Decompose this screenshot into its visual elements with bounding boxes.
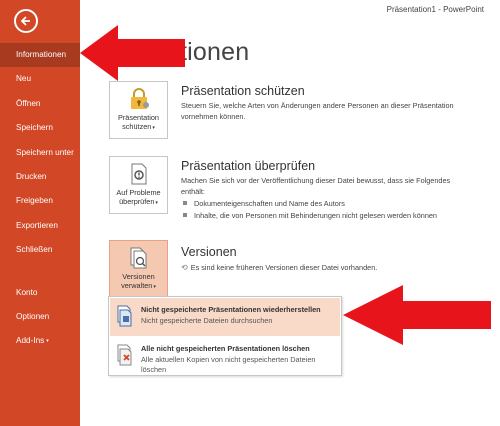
backstage-sidebar: Informationen Neu Öffnen Speichern Speic… <box>0 0 80 426</box>
versions-description-text: Es sind keine früheren Versionen dieser … <box>190 263 378 272</box>
protect-button-label-1: Präsentation <box>118 113 159 122</box>
nav-item-exportieren[interactable]: Exportieren <box>0 214 80 238</box>
page-title: tionen <box>180 38 250 66</box>
nav-item-speichern[interactable]: Speichern <box>0 116 80 140</box>
protect-title: Präsentation schützen <box>181 84 305 98</box>
manage-versions-label-2: verwalten▾ <box>110 281 167 292</box>
protect-presentation-button[interactable]: Präsentation schützen▾ <box>109 81 168 139</box>
nav-item-speichern-unter[interactable]: Speichern unter <box>0 141 80 165</box>
bullet-square <box>183 213 187 217</box>
inspect-bullet-1-text: Dokumenteigenschaften und Name des Autor… <box>194 199 345 208</box>
bullet-square <box>183 201 187 205</box>
chevron-down-icon: ▾ <box>153 284 156 290</box>
recover-document-icon <box>117 305 132 327</box>
annotation-arrow-left-icon <box>343 285 491 345</box>
back-button[interactable] <box>14 9 38 33</box>
versions-description: ⟲ Es sind keine früheren Versionen dieser… <box>181 263 471 274</box>
delete-unsaved-menu-item[interactable]: Alle nicht gespeicherten Präsentationen … <box>110 337 340 375</box>
check-issues-label-2-text: überprüfen <box>119 197 155 206</box>
annotation-arrow-left-icon <box>80 25 185 81</box>
nav-item-add-ins[interactable]: Add-Ins ▾ <box>0 329 80 353</box>
recover-unsaved-menu-item[interactable]: Nicht gespeicherte Präsentationen wieder… <box>110 298 340 336</box>
delete-unsaved-title: Alle nicht gespeicherten Präsentationen … <box>141 344 310 353</box>
inspect-bullet-1: Dokumenteigenschaften und Name des Autor… <box>183 199 345 208</box>
versions-title: Versionen <box>181 245 237 259</box>
protect-button-label-2: schützen▾ <box>110 122 167 133</box>
delete-unsaved-desc: Alle aktuellen Kopien von nicht gespeich… <box>141 355 316 374</box>
nav-item-optionen[interactable]: Optionen <box>0 305 80 329</box>
inspect-bullet-2-text: Inhalte, die von Personen mit Behinderun… <box>194 211 437 220</box>
manage-versions-button[interactable]: Versionen verwalten▾ <box>109 240 168 298</box>
check-issues-button[interactable]: Auf Probleme überprüfen▾ <box>109 156 168 214</box>
manage-versions-label-2-text: verwalten <box>121 281 153 290</box>
no-history-icon: ⟲ <box>181 263 188 272</box>
nav-item-oeffnen[interactable]: Öffnen <box>0 92 80 116</box>
inspect-bullet-2: Inhalte, die von Personen mit Behinderun… <box>183 211 437 220</box>
manage-versions-dropdown: Nicht gespeicherte Präsentationen wieder… <box>108 296 342 376</box>
check-issues-label-2: überprüfen▾ <box>110 197 167 208</box>
backstage-nav: Informationen Neu Öffnen Speichern Speic… <box>0 43 80 354</box>
chevron-down-icon: ▾ <box>152 125 155 131</box>
nav-item-add-ins-label: Add-Ins <box>16 336 45 346</box>
nav-item-konto[interactable]: Konto <box>0 281 80 305</box>
check-issues-label-1: Auf Probleme <box>116 188 161 197</box>
inspect-description: Machen Sie sich vor der Veröffentlichung… <box>181 176 451 196</box>
lock-key-icon <box>130 88 149 109</box>
chevron-down-icon: ▾ <box>46 338 49 345</box>
window-title: Präsentation1 - PowerPoint <box>386 5 484 14</box>
delete-document-icon <box>117 344 132 366</box>
nav-item-informationen[interactable]: Informationen <box>0 43 80 68</box>
chevron-down-icon: ▾ <box>155 200 158 206</box>
nav-item-schliessen[interactable]: Schließen <box>0 238 80 262</box>
recover-unsaved-title: Nicht gespeicherte Präsentationen wieder… <box>141 305 321 314</box>
inspect-document-icon <box>131 163 146 185</box>
back-arrow-icon <box>20 16 30 26</box>
protect-description: Steuern Sie, welche Arten von Änderungen… <box>181 101 454 121</box>
nav-item-drucken[interactable]: Drucken <box>0 165 80 189</box>
versions-document-icon <box>130 247 146 269</box>
protect-button-label-2-text: schützen <box>122 122 152 131</box>
inspect-title: Präsentation überprüfen <box>181 159 316 173</box>
nav-item-neu[interactable]: Neu <box>0 67 80 91</box>
recover-unsaved-desc: Nicht gespeicherte Dateien durchsuchen <box>141 316 273 325</box>
manage-versions-label-1: Versionen <box>122 272 155 281</box>
nav-item-freigeben[interactable]: Freigeben <box>0 189 80 213</box>
